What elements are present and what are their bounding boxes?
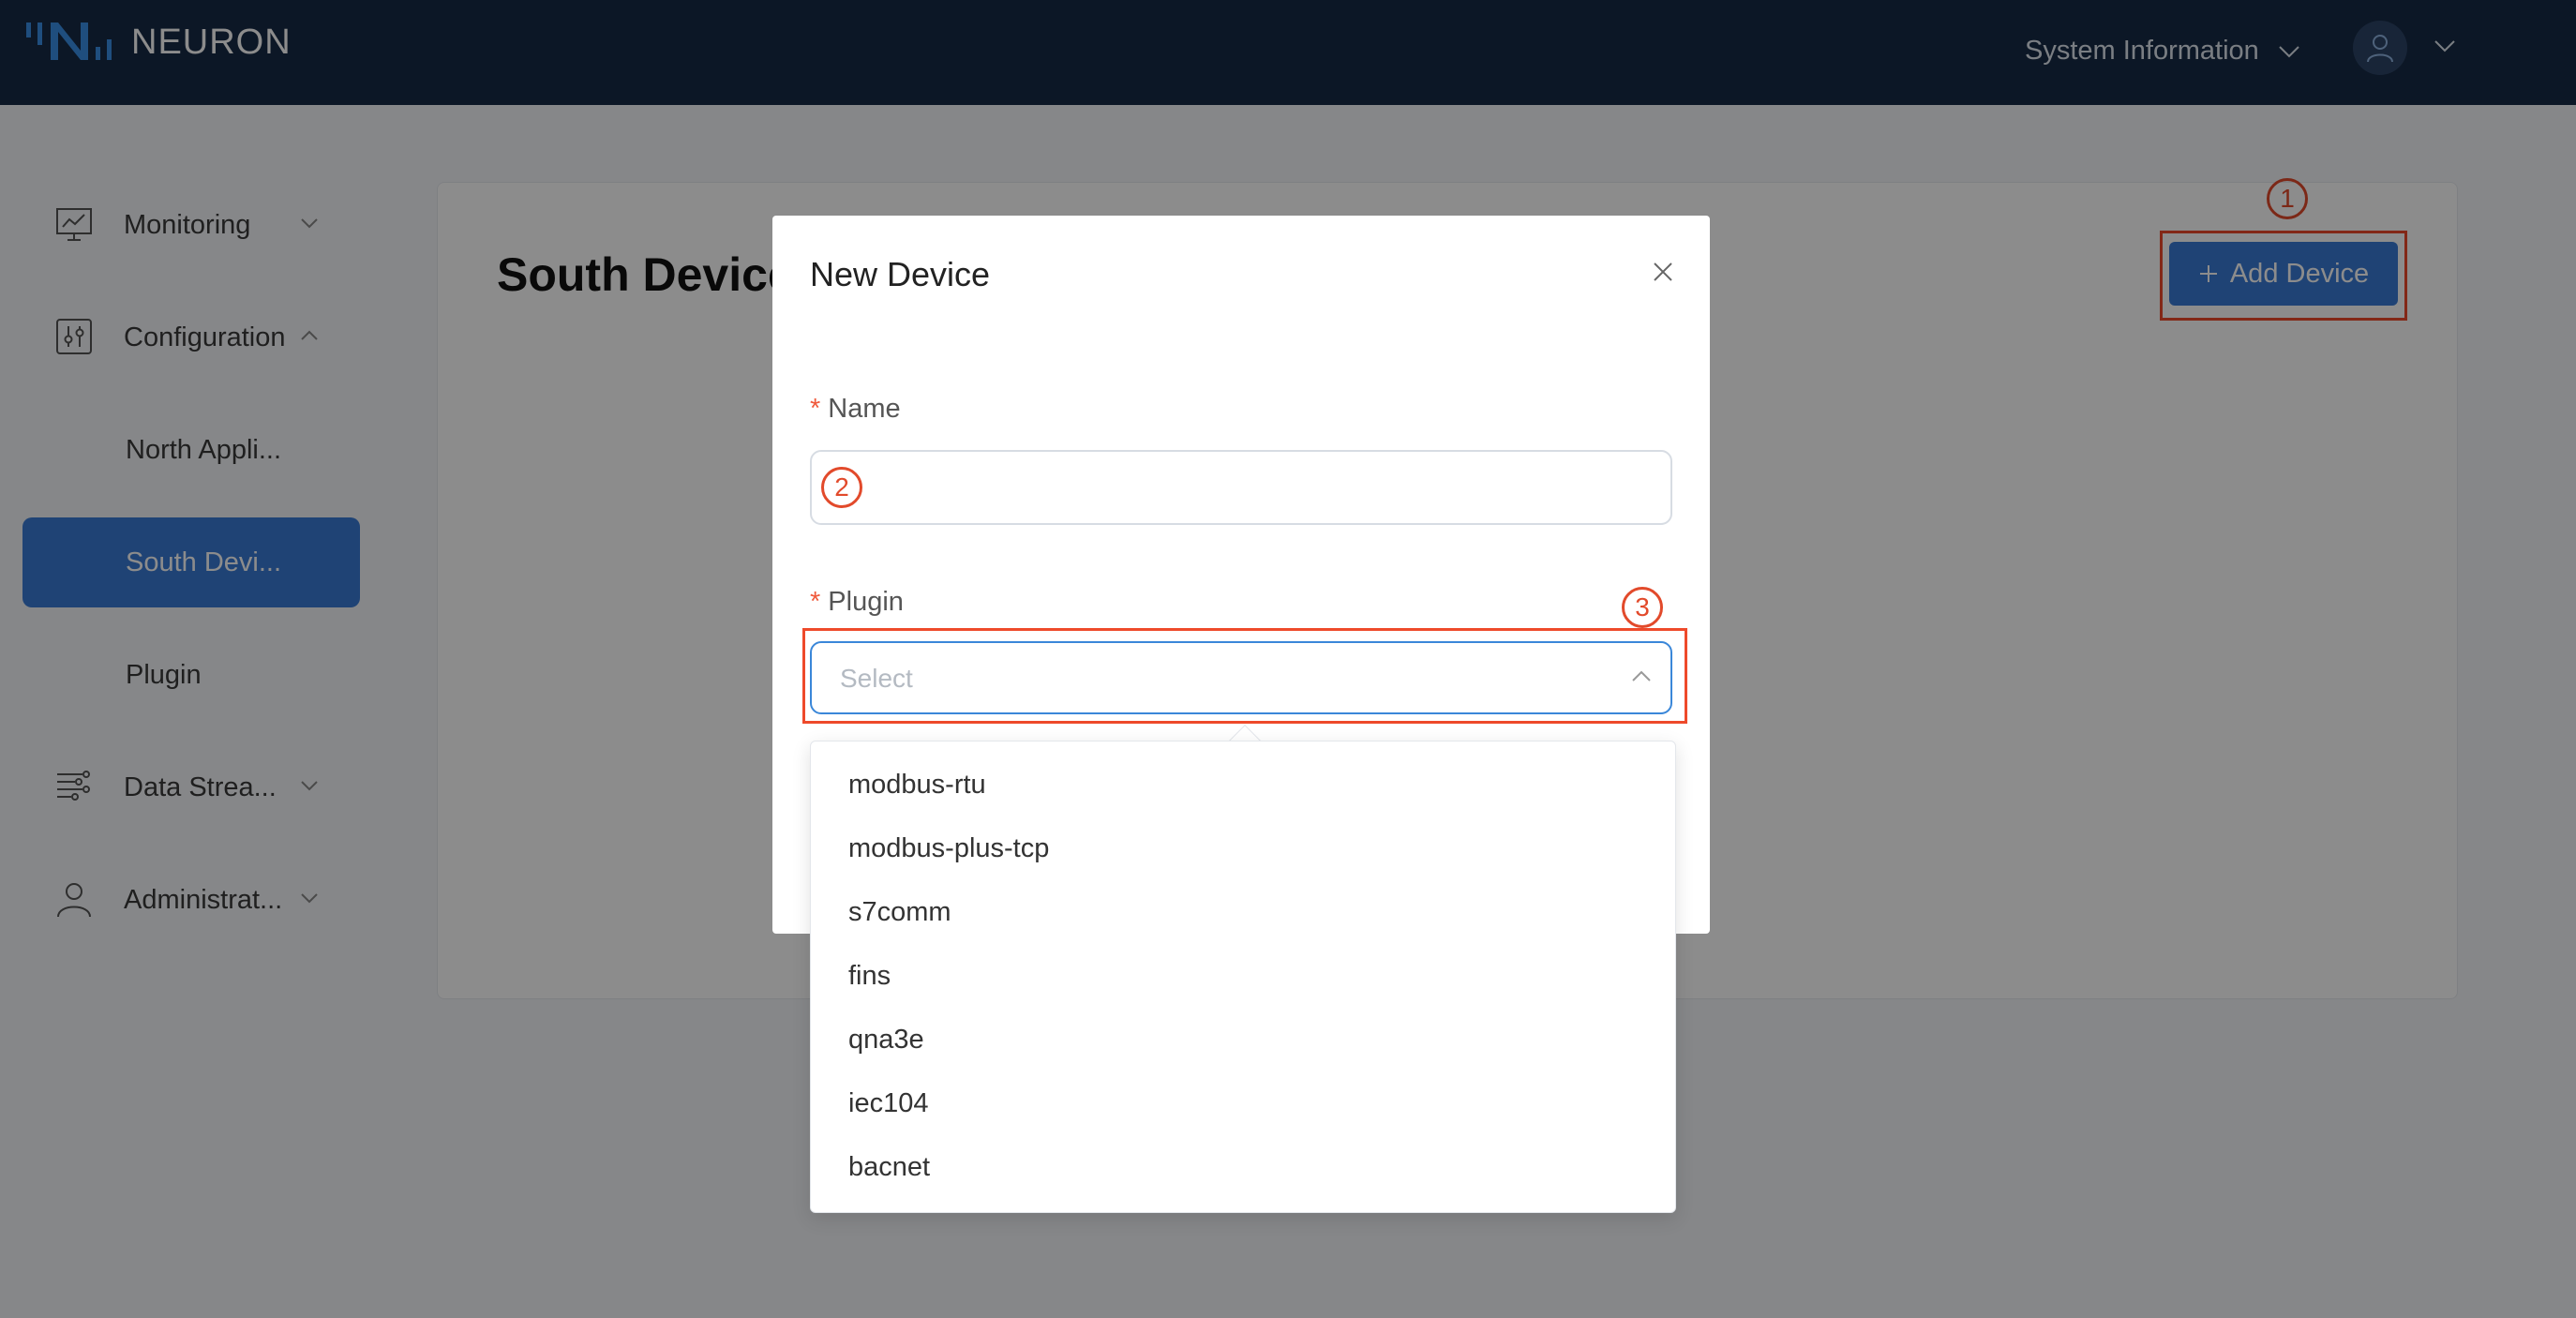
name-input[interactable] <box>810 450 1672 525</box>
plugin-select-placeholder: Select <box>840 664 913 693</box>
close-button[interactable] <box>1642 251 1684 292</box>
modal-title: New Device <box>810 255 991 293</box>
required-mark: * <box>810 587 821 617</box>
chevron-up-icon <box>1632 670 1651 681</box>
plugin-option[interactable]: fins <box>848 961 891 992</box>
plugin-field-label: * Plugin <box>810 587 904 618</box>
name-label-text: Name <box>828 394 901 424</box>
required-mark: * <box>810 394 821 424</box>
annotation-step-2: 2 <box>821 467 862 508</box>
plugin-option[interactable]: s7comm <box>848 897 951 928</box>
close-icon <box>1654 262 1672 281</box>
plugin-option[interactable]: qna3e <box>848 1025 924 1056</box>
plugin-label-text: Plugin <box>828 587 904 617</box>
plugin-dropdown: modbus-rtu modbus-plus-tcp s7comm fins q… <box>810 741 1676 1213</box>
plugin-option[interactable]: iec104 <box>848 1088 928 1119</box>
plugin-option[interactable]: bacnet <box>848 1152 930 1183</box>
plugin-option[interactable]: modbus-plus-tcp <box>848 833 1049 864</box>
annotation-step-3: 3 <box>1622 587 1663 628</box>
plugin-select[interactable]: Select <box>810 641 1672 714</box>
name-field-label: * Name <box>810 394 901 425</box>
plugin-option[interactable]: modbus-rtu <box>848 770 986 801</box>
